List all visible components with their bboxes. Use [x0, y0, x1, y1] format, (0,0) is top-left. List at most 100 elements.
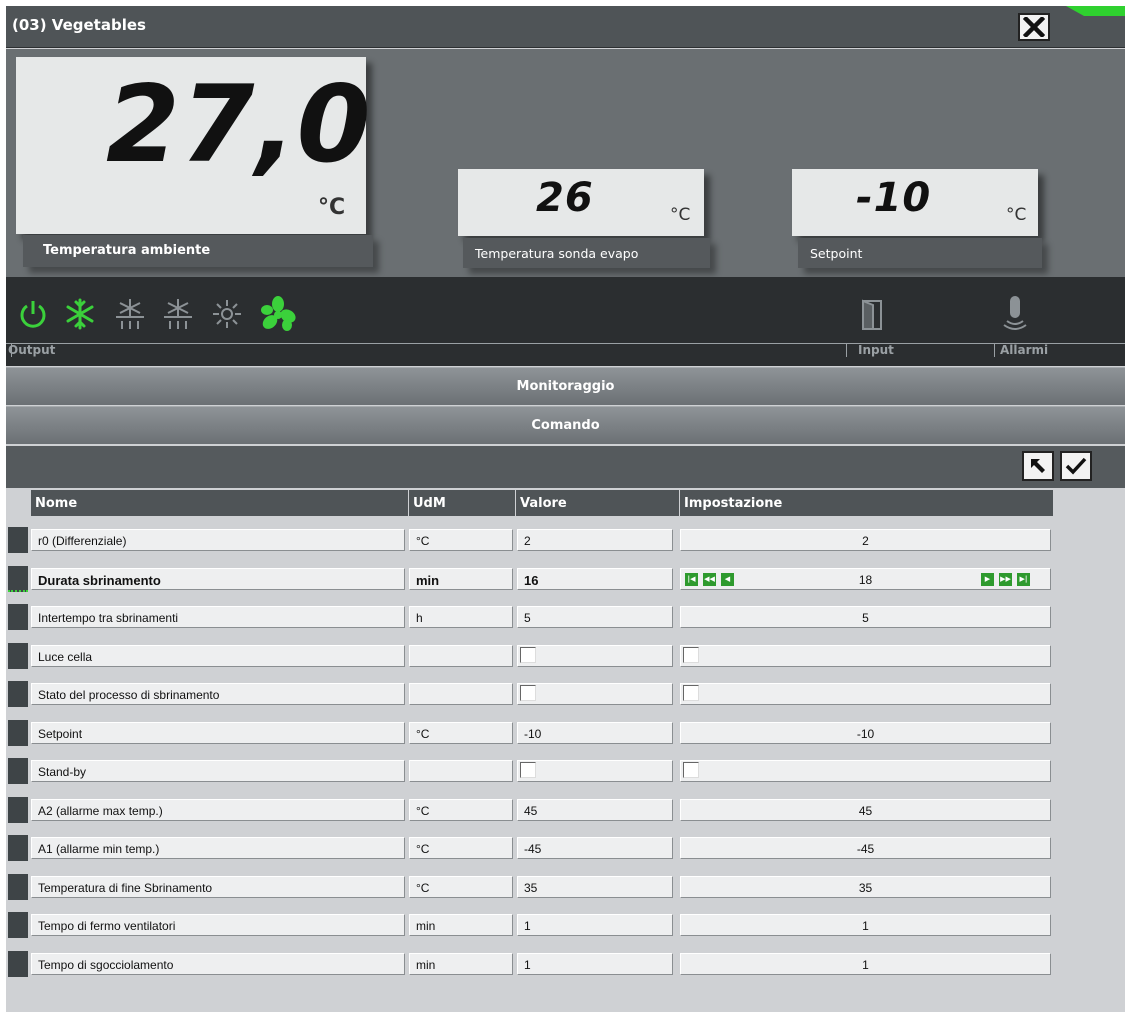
command-section-bar[interactable]: Comando — [6, 406, 1125, 444]
row-setting-cell[interactable] — [680, 760, 1051, 782]
command-toolbar — [6, 446, 1125, 488]
row-marker[interactable] — [8, 797, 28, 823]
row-setting-cell[interactable]: 45 — [680, 799, 1051, 821]
input-label: Input — [858, 343, 894, 357]
defrost-drip-icon — [164, 299, 192, 329]
setting-stepper-value[interactable]: 18 — [681, 573, 1050, 587]
row-unit-cell: min — [409, 953, 513, 975]
value-checkbox[interactable] — [520, 685, 536, 701]
row-name-cell: Tempo di sgocciolamento — [31, 953, 405, 975]
row-unit-cell — [409, 645, 513, 667]
power-icon — [20, 301, 46, 328]
row-unit-cell: °C — [409, 799, 513, 821]
row-value-cell[interactable] — [517, 683, 673, 705]
row-value-cell: -45 — [517, 837, 673, 859]
row-unit-cell: °C — [409, 837, 513, 859]
main-temperature-display: 27,0 °C — [16, 57, 371, 234]
row-marker[interactable] — [8, 643, 28, 669]
reset-button[interactable] — [1022, 451, 1054, 481]
command-section-label: Comando — [531, 418, 600, 433]
evaporator-temperature-display: 26 °C — [458, 169, 704, 236]
row-unit-cell — [409, 760, 513, 782]
door-icon — [862, 299, 882, 330]
setpoint-display: -10 °C — [792, 169, 1038, 236]
row-setting-cell[interactable]: 35 — [680, 876, 1051, 898]
header-value: Valore — [516, 490, 680, 516]
value-checkbox[interactable] — [520, 762, 536, 778]
setting-stepper[interactable]: 18 |◀ ◀◀ ◀ ▶ ▶▶ ▶| — [680, 568, 1051, 590]
checkmark-icon — [1065, 457, 1087, 475]
setting-checkbox[interactable] — [683, 647, 699, 663]
row-name-cell: A1 (allarme min temp.) — [31, 837, 405, 859]
row-name-cell: Setpoint — [31, 722, 405, 744]
confirm-button[interactable] — [1060, 451, 1092, 481]
compressor-icon — [66, 298, 94, 330]
row-marker[interactable] — [8, 912, 28, 938]
title-bar: (03) Vegetables — [6, 6, 1125, 48]
row-value-cell: 1 — [517, 914, 673, 936]
app-window: (03) Vegetables 27,0 °C Temperatura ambi… — [6, 6, 1125, 1012]
parameter-table: Nome UdM Valore Impostazione r0 (Differe… — [6, 488, 1125, 1012]
header-unit: UdM — [409, 490, 516, 516]
monitoring-section-bar[interactable]: Monitoraggio — [6, 367, 1125, 405]
row-unit-cell: h — [409, 606, 513, 628]
row-marker[interactable] — [8, 604, 28, 630]
row-value-cell: 45 — [517, 799, 673, 821]
last-icon[interactable]: ▶| — [1017, 573, 1030, 586]
back-icon[interactable]: ◀ — [721, 573, 734, 586]
first-icon[interactable]: |◀ — [685, 573, 698, 586]
row-unit-cell — [409, 683, 513, 705]
row-marker[interactable] — [8, 835, 28, 861]
evaporator-temperature-label: Temperatura sonda evapo — [463, 238, 710, 268]
main-temperature-unit: °C — [318, 195, 346, 220]
row-name-cell: Temperatura di fine Sbrinamento — [31, 876, 405, 898]
row-marker[interactable] — [8, 758, 28, 784]
row-marker[interactable] — [8, 681, 28, 707]
row-value-cell[interactable] — [517, 760, 673, 782]
fan-icon — [261, 296, 296, 331]
row-setting-cell[interactable]: 5 — [680, 606, 1051, 628]
row-unit-cell: °C — [409, 876, 513, 898]
forward-icon[interactable]: ▶ — [981, 573, 994, 586]
row-unit-cell: °C — [409, 722, 513, 744]
row-setting-cell[interactable] — [680, 683, 1051, 705]
row-marker[interactable] — [8, 720, 28, 746]
row-marker[interactable] — [8, 874, 28, 900]
main-temperature-label: Temperatura ambiente — [23, 235, 373, 267]
main-temperature-value: 27,0 — [106, 63, 372, 186]
row-setting-cell[interactable]: 2 — [680, 529, 1051, 551]
evaporator-temperature-unit: °C — [670, 205, 691, 225]
row-value-cell: 35 — [517, 876, 673, 898]
row-marker[interactable] — [8, 951, 28, 977]
window-title: (03) Vegetables — [12, 16, 146, 34]
setpoint-label: Setpoint — [798, 238, 1042, 268]
row-name-cell: Intertempo tra sbrinamenti — [31, 606, 405, 628]
row-value-cell[interactable] — [517, 645, 673, 667]
row-setting-cell[interactable]: 1 — [680, 953, 1051, 975]
row-marker[interactable] — [8, 566, 28, 592]
row-setting-cell[interactable]: -10 — [680, 722, 1051, 744]
row-setting-cell[interactable]: 1 — [680, 914, 1051, 936]
fast-forward-icon[interactable]: ▶▶ — [999, 573, 1012, 586]
row-value-cell: 16 — [517, 568, 673, 590]
setting-checkbox[interactable] — [683, 685, 699, 701]
output-label: Output — [8, 343, 56, 357]
alarm-separator — [994, 343, 995, 357]
undo-arrow-icon — [1031, 459, 1045, 473]
status-indicator-tab — [1066, 6, 1125, 16]
fast-back-icon[interactable]: ◀◀ — [703, 573, 716, 586]
row-unit-cell: min — [409, 914, 513, 936]
row-setting-cell[interactable]: -45 — [680, 837, 1051, 859]
alarm-label: Allarmi — [1000, 343, 1049, 357]
value-checkbox[interactable] — [520, 647, 536, 663]
input-separator — [846, 343, 847, 357]
light-icon — [213, 300, 241, 328]
setting-checkbox[interactable] — [683, 762, 699, 778]
row-marker[interactable] — [8, 527, 28, 553]
row-setting-cell[interactable] — [680, 645, 1051, 667]
close-button[interactable] — [1018, 13, 1050, 41]
evaporator-temperature-value: 26 — [536, 175, 594, 221]
row-unit-cell: °C — [409, 529, 513, 551]
header-name: Nome — [31, 490, 409, 516]
header-setting: Impostazione — [680, 490, 1054, 516]
